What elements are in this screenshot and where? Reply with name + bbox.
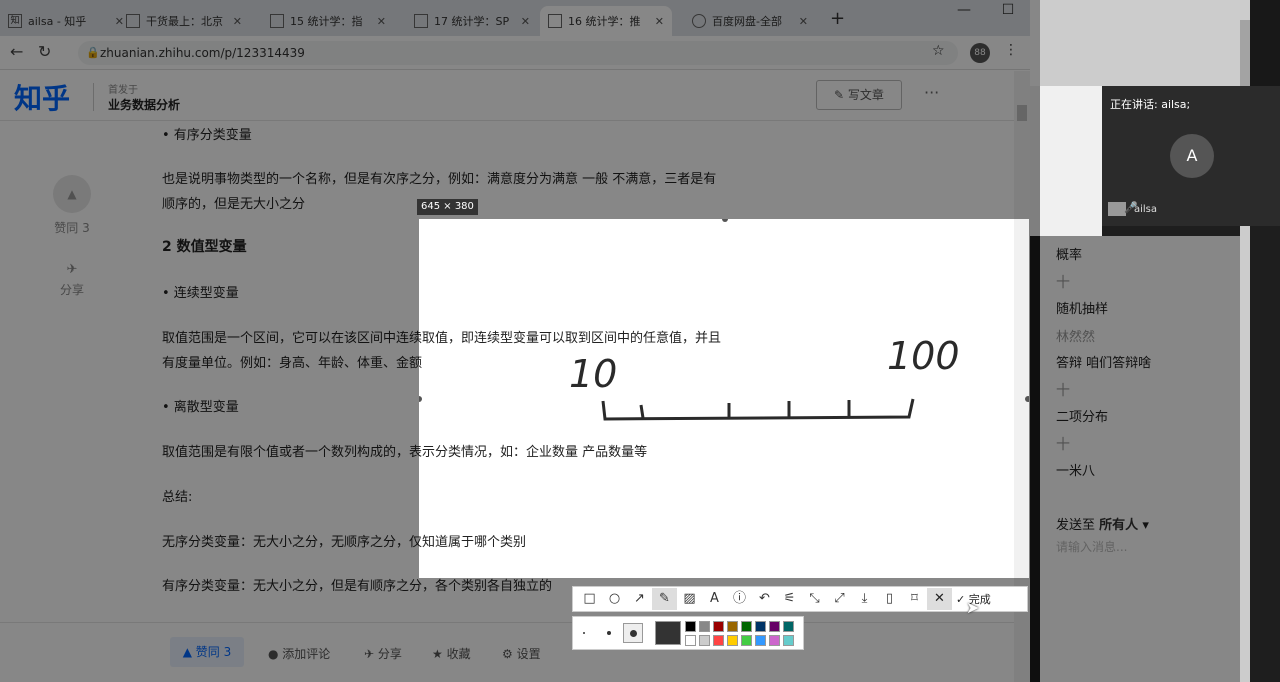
color-swatch[interactable]	[783, 635, 794, 646]
video-tile: 正在讲话: ailsa; A 🎤 ailsa	[1102, 86, 1280, 226]
capture-selection[interactable]: 10 100	[419, 219, 1029, 578]
color-swatch[interactable]	[699, 635, 710, 646]
participant-avatar: A	[1170, 134, 1214, 178]
color-swatch[interactable]	[741, 621, 752, 632]
pen-annotation: 10 100	[419, 219, 1029, 421]
color-swatch[interactable]	[713, 621, 724, 632]
number-tool-icon[interactable]: ⓘ	[727, 588, 752, 610]
dim-overlay-top	[0, 0, 1040, 219]
check-icon: ✓	[956, 593, 966, 606]
arrow-tool-icon[interactable]: ↗	[627, 588, 652, 610]
translate-tool-icon[interactable]: ⚟	[777, 588, 802, 610]
annotation-label-left: 10	[569, 352, 617, 396]
dim-overlay-left	[0, 219, 419, 682]
dim-overlay-right	[1029, 219, 1040, 682]
bookmark-icon[interactable]: ⌑	[902, 588, 927, 610]
annotation-axis-line	[601, 398, 915, 421]
annotation-label-right: 100	[887, 334, 960, 378]
cancel-icon[interactable]: ✕	[927, 588, 952, 610]
size-medium[interactable]	[607, 631, 611, 635]
participant-name: ailsa	[1134, 204, 1158, 215]
size-large[interactable]	[623, 623, 643, 643]
current-color[interactable]	[655, 621, 681, 645]
color-swatch[interactable]	[713, 635, 724, 646]
annotation-ticks	[639, 400, 851, 419]
color-swatch[interactable]	[755, 635, 766, 646]
resize-handle-right[interactable]	[1025, 396, 1029, 402]
undo-icon[interactable]: ↶	[752, 588, 777, 610]
size-small[interactable]	[583, 632, 585, 634]
pen-options-panel	[572, 616, 804, 650]
color-swatch[interactable]	[727, 635, 738, 646]
color-swatch[interactable]	[699, 621, 710, 632]
pin-tool-icon[interactable]: ⤢	[827, 588, 852, 610]
selection-size-label: 645 × 380	[417, 199, 478, 215]
meeting-window-side	[1030, 86, 1102, 236]
ellipse-tool-icon[interactable]: ○	[602, 588, 627, 610]
color-swatch[interactable]	[783, 621, 794, 632]
color-swatch[interactable]	[685, 621, 696, 632]
device-icon[interactable]: ▯	[877, 588, 902, 610]
size-large-dot	[630, 630, 637, 637]
dim-overlay-chat	[1040, 236, 1240, 682]
mosaic-tool-icon[interactable]: ▨	[677, 588, 702, 610]
color-swatch[interactable]	[769, 635, 780, 646]
color-swatch[interactable]	[769, 621, 780, 632]
resize-handle-top[interactable]	[722, 219, 728, 222]
screen: { "browser": { "tabs": [ {"label": "ails…	[0, 0, 1280, 682]
expand-tool-icon[interactable]: ⤡	[802, 588, 827, 610]
capture-toolbar: □ ○ ↗ ✎ ▨ A ⓘ ↶ ⚟ ⤡ ⤢ ⤓ ▯ ⌑ ✕ ✓ 完成	[572, 586, 1028, 612]
resize-handle-left[interactable]	[419, 396, 422, 402]
text-tool-icon[interactable]: A	[702, 588, 727, 610]
color-swatch[interactable]	[727, 621, 738, 632]
speaking-indicator: 正在讲话: ailsa;	[1110, 98, 1191, 111]
download-icon[interactable]: ⤓	[852, 588, 877, 610]
color-swatch[interactable]	[741, 635, 752, 646]
dim-overlay-right-top	[1040, 0, 1280, 86]
mouse-cursor-icon: ➤	[966, 598, 980, 617]
pen-tool-icon[interactable]: ✎	[652, 588, 677, 610]
color-swatch[interactable]	[685, 635, 696, 646]
rectangle-tool-icon[interactable]: □	[577, 588, 602, 610]
color-swatch[interactable]	[755, 621, 766, 632]
